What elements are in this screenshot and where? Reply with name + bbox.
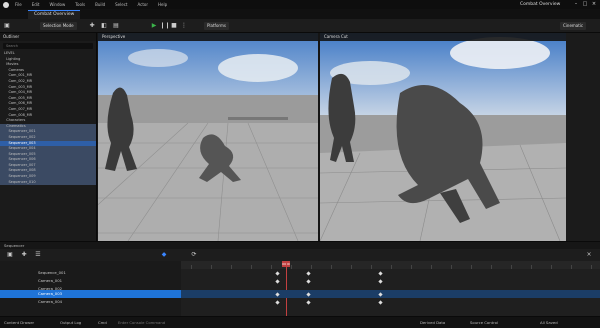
save-status: All Saved (540, 320, 558, 325)
sequencer-header: Sequencer (0, 241, 600, 249)
keyframe-row (181, 277, 600, 285)
camera-viewport-title[interactable]: Camera Cut (320, 33, 566, 41)
main-toolbar: ▣ Selection Mode ✚ ◧ ▤ ▶ ❙❙ ■ ⋮ Platform… (0, 19, 600, 33)
ruler-tick (391, 265, 392, 269)
document-title: Combat Overview (520, 2, 561, 7)
play-icon[interactable]: ▶ (150, 22, 158, 30)
content-drawer-button[interactable]: Content Drawer (4, 320, 34, 325)
track-row-selected[interactable]: Camera_003 (0, 290, 181, 298)
selection-mode-button[interactable]: Selection Mode (40, 22, 77, 30)
ruler-tick (211, 265, 212, 269)
outliner-row[interactable]: Sequencer_010 (0, 179, 96, 186)
ruler-tick (411, 265, 412, 269)
ruler-tick (191, 265, 192, 269)
stop-icon[interactable]: ■ (170, 22, 178, 30)
sequencer-toolbar: ▣ ✚ ☰ ◆ ⟳ × (0, 249, 600, 261)
ruler-tick (591, 265, 592, 269)
source-control-button[interactable]: Source Control (470, 320, 498, 325)
tab-level[interactable]: Combat Overview (28, 10, 81, 19)
track-row[interactable]: Sequence_001 (0, 269, 181, 277)
keyframe-row (181, 269, 600, 277)
perspective-viewport[interactable]: Perspective (98, 33, 318, 241)
options-icon[interactable]: ⋮ (180, 22, 188, 30)
camera-viewport[interactable]: Camera Cut (320, 33, 566, 241)
perspective-viewport-title[interactable]: Perspective (98, 33, 318, 41)
ruler-tick (451, 265, 452, 269)
derived-data-button[interactable]: Derived Data (420, 320, 445, 325)
outliner-tree: LEVEL Lighting Movies Cameras Cam_001_MR… (0, 51, 96, 186)
ruler-tick (511, 265, 512, 269)
details-strip (566, 33, 600, 241)
ruler-tick (291, 265, 292, 269)
save-icon[interactable]: ▣ (3, 22, 11, 30)
menu-window[interactable]: Window (49, 2, 65, 7)
keyframe-row (181, 298, 600, 306)
camera-scene (320, 33, 566, 241)
maximize-icon[interactable]: □ (581, 1, 589, 8)
ruler-tick (351, 265, 352, 269)
cmd-label[interactable]: Cmd (98, 320, 107, 325)
ruler-tick (531, 265, 532, 269)
outliner-search-input[interactable]: Search (3, 43, 93, 49)
minimize-icon[interactable]: – (572, 1, 580, 8)
sequencer-close-icon[interactable]: × (585, 251, 593, 259)
ruler-tick (371, 265, 372, 269)
sequencer-save-icon[interactable]: ▣ (6, 251, 14, 259)
sequencer-playback-icon[interactable]: ⟳ (190, 251, 198, 259)
status-bar: Content Drawer Output Log Cmd Enter Cons… (0, 316, 600, 328)
menu-help[interactable]: Help (158, 2, 167, 7)
sequence-icon[interactable]: ▤ (112, 22, 120, 30)
ruler-tick (471, 265, 472, 269)
blueprint-icon[interactable]: ◧ (100, 22, 108, 30)
ruler-tick (251, 265, 252, 269)
sequencer-timeline[interactable]: 0000 (181, 261, 600, 316)
settings-button[interactable]: Cinematic (560, 22, 587, 30)
level-tab-row: Combat Overview (0, 9, 600, 19)
ruler-tick (551, 265, 552, 269)
ruler-tick (331, 265, 332, 269)
ruler-tick (311, 265, 312, 269)
menu-tools[interactable]: Tools (75, 2, 85, 7)
outliner-panel: Outliner Search LEVEL Lighting Movies Ca… (0, 33, 97, 241)
sequencer-title: Sequencer (4, 243, 25, 248)
unreal-logo-icon[interactable] (3, 1, 9, 8)
platforms-button[interactable]: Platforms (204, 22, 229, 30)
menu-build[interactable]: Build (95, 2, 105, 7)
sequencer-add-track-icon[interactable]: ✚ (20, 251, 28, 259)
perspective-scene (98, 33, 318, 241)
sequencer-track-list: Sequence_001 Camera_001 Camera_002 Camer… (0, 261, 181, 316)
track-row[interactable]: Camera_004 (0, 298, 181, 306)
track-row[interactable]: Camera_001 (0, 277, 181, 285)
step-icon[interactable]: ❙❙ (160, 22, 170, 30)
menu-file[interactable]: File (15, 2, 22, 7)
sequencer-snap-icon[interactable]: ◆ (160, 251, 168, 259)
menu-edit[interactable]: Edit (32, 2, 40, 7)
ruler-tick (491, 265, 492, 269)
menu-bar: File Edit Window Tools Build Select Acto… (0, 0, 600, 9)
ruler-tick (431, 265, 432, 269)
ruler-tick (271, 265, 272, 269)
output-log-button[interactable]: Output Log (60, 320, 81, 325)
ruler-tick (571, 265, 572, 269)
keyframe-row-selected (181, 290, 600, 298)
outliner-title: Outliner (0, 33, 96, 41)
add-actor-icon[interactable]: ✚ (88, 22, 96, 30)
ruler-tick (231, 265, 232, 269)
close-icon[interactable]: × (590, 1, 598, 8)
menu-actor[interactable]: Actor (137, 2, 148, 7)
menu-select[interactable]: Select (115, 2, 127, 7)
console-input[interactable]: Enter Console Command (118, 320, 165, 325)
sequencer-filter-icon[interactable]: ☰ (34, 251, 42, 259)
